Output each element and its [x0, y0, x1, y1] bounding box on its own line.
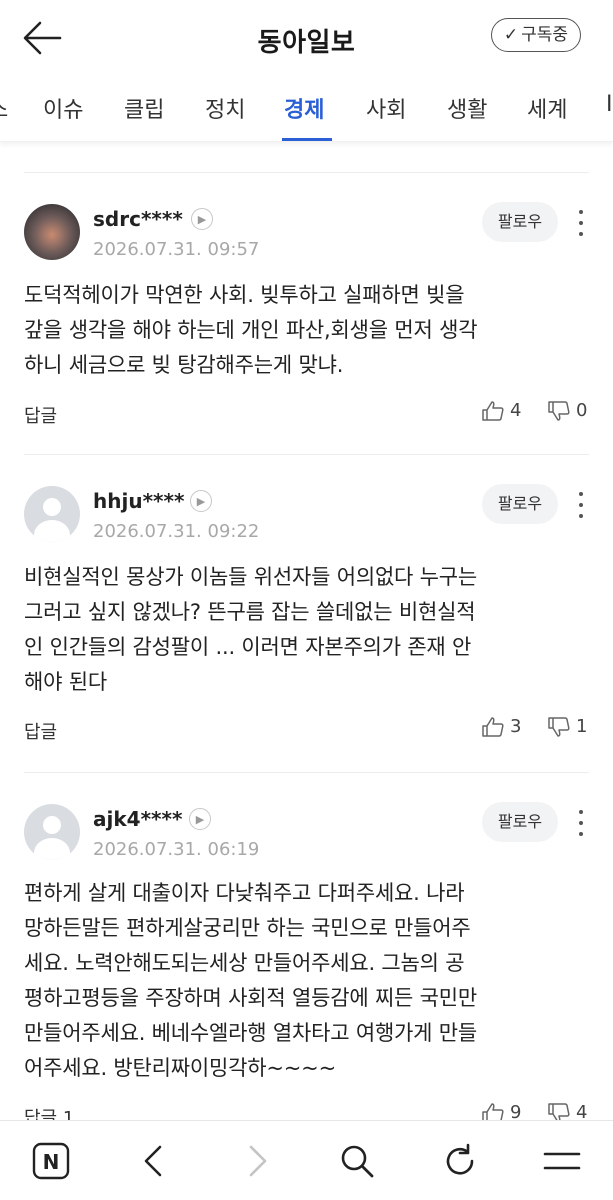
comment-line: 어주세요. 방탄리짜이밍각하~~~~	[24, 1056, 336, 1080]
menu-icon[interactable]	[542, 1141, 582, 1181]
dislike-button[interactable]: 0	[548, 400, 587, 421]
thumbs-up-icon	[482, 400, 504, 421]
comment-line: 편하게 살게 대출이자 다낮춰주고 다퍼주세요. 나라	[24, 881, 465, 905]
dislike-count: 4	[576, 1102, 588, 1120]
more-options-icon[interactable]	[574, 808, 588, 838]
active-tab-indicator	[282, 138, 332, 141]
tab-partial-right[interactable]: I	[606, 92, 613, 117]
thumbs-up-icon	[482, 1102, 504, 1120]
avatar[interactable]	[24, 486, 80, 542]
thumbs-down-icon	[548, 400, 570, 421]
divider	[24, 772, 589, 773]
svg-text:N: N	[43, 1150, 60, 1174]
refresh-icon[interactable]	[440, 1141, 480, 1181]
comment-text: 편하게 살게 대출이자 다낮춰주고 다퍼주세요. 나라 망하든말든 편하게살궁리…	[24, 876, 594, 1086]
comment-line: 하니 세금으로 빚 탕감해주는게 맞냐.	[24, 353, 344, 377]
like-button[interactable]: 4	[482, 400, 521, 421]
dislike-button[interactable]: 1	[548, 716, 587, 737]
check-icon: ✓	[503, 24, 519, 45]
comment-line: 세요. 노력안해도되는세상 만들어주세요. 그놈의 공	[24, 951, 465, 975]
tab-issue[interactable]: 이슈	[43, 92, 83, 124]
subscribe-label: 구독중	[521, 24, 568, 45]
like-count: 9	[510, 1102, 522, 1120]
follow-button[interactable]: 팔로우	[482, 202, 558, 242]
reply-button: 답글	[24, 406, 58, 427]
comment-line: 그러고 싶지 않겠나? 뜬구름 잡는 쓸데없는 비현실적	[24, 600, 476, 624]
chevron-right-icon[interactable]: ▶	[189, 808, 211, 830]
follow-button[interactable]: 팔로우	[482, 802, 558, 842]
comment-line: 비현실적인 몽상가 이놈들 위선자들 어의없다 누구는	[24, 565, 478, 589]
tab-society[interactable]: 사회	[366, 92, 406, 124]
comment-line: 갚을 생각을 해야 하는데 개인 파산,회생을 먼저 생각	[24, 318, 478, 342]
like-count: 3	[510, 716, 522, 737]
comment-line: 도덕적헤이가 막연한 사회. 빚투하고 실패하면 빚을	[24, 283, 465, 307]
comment-username[interactable]: ajk4****	[93, 807, 182, 831]
search-icon[interactable]	[337, 1141, 377, 1181]
comment-line: 인 인간들의 감성팔이 ... 이러면 자본주의가 존재 안	[24, 635, 472, 659]
comment-line: 망하든말든 편하게살궁리만 하는 국민으로 만들어주	[24, 916, 471, 940]
thumbs-down-icon	[548, 1102, 570, 1120]
comment-date: 2026.07.31. 09:57	[93, 239, 260, 260]
tab-life[interactable]: 생활	[447, 92, 487, 124]
tab-clip[interactable]: 클립	[124, 92, 164, 124]
dislike-count: 1	[576, 716, 588, 737]
more-options-icon[interactable]	[574, 490, 588, 520]
comment-text: 도덕적헤이가 막연한 사회. 빚투하고 실패하면 빚을 갚을 생각을 해야 하는…	[24, 278, 594, 383]
avatar[interactable]	[24, 204, 80, 260]
tab-partial-left[interactable]: 스	[0, 92, 8, 124]
thumbs-up-icon	[482, 716, 504, 737]
chevron-right-icon[interactable]: ▶	[191, 208, 213, 230]
like-button[interactable]: 9	[482, 1102, 521, 1120]
naver-home-icon[interactable]: N	[31, 1141, 71, 1181]
comment-line: 평하고평등을 주장하며 사회적 열등감에 찌든 국민만	[24, 986, 478, 1010]
browser-bottom-bar: N	[0, 1120, 613, 1200]
forward-icon[interactable]	[238, 1141, 278, 1181]
like-count: 4	[510, 400, 522, 421]
chevron-right-icon[interactable]: ▶	[190, 490, 212, 512]
tab-world[interactable]: 세계	[527, 92, 567, 124]
more-options-icon[interactable]	[574, 208, 588, 238]
dislike-button[interactable]: 4	[548, 1102, 587, 1120]
comment-text: 비현실적인 몽상가 이놈들 위선자들 어의없다 누구는 그러고 싶지 않겠나? …	[24, 560, 594, 700]
tab-economy[interactable]: 경제	[284, 92, 324, 124]
thumbs-down-icon	[548, 716, 570, 737]
avatar[interactable]	[24, 804, 80, 860]
subscribe-button[interactable]: ✓ 구독중	[490, 18, 581, 52]
comment-line: 만들어주세요. 베네수엘라행 열차타고 여행가게 만들	[24, 1021, 478, 1045]
dislike-count: 0	[576, 400, 588, 421]
category-tabs: 스 이슈 클립 정치 경제 사회 생활 세계 I	[0, 78, 613, 142]
follow-button[interactable]: 팔로우	[482, 484, 558, 524]
app-header: 동아일보 ✓ 구독중	[0, 0, 613, 78]
back-icon[interactable]	[133, 1141, 173, 1181]
comment-list[interactable]: sdrc**** ▶ 2026.07.31. 09:57 팔로우 도덕적헤이가 …	[0, 142, 613, 1120]
comment-date: 2026.07.31. 06:19	[93, 839, 260, 860]
divider	[24, 454, 589, 455]
comment-line: 해야 된다	[24, 670, 107, 694]
reply-button[interactable]: 답글 1	[24, 1104, 74, 1120]
tab-politics[interactable]: 정치	[205, 92, 245, 124]
comment-date: 2026.07.31. 09:22	[93, 521, 260, 542]
comment-username[interactable]: sdrc****	[93, 207, 183, 231]
reply-button: 답글	[24, 722, 58, 743]
comment-username[interactable]: hhju****	[93, 489, 184, 513]
divider	[24, 172, 589, 173]
like-button[interactable]: 3	[482, 716, 521, 737]
